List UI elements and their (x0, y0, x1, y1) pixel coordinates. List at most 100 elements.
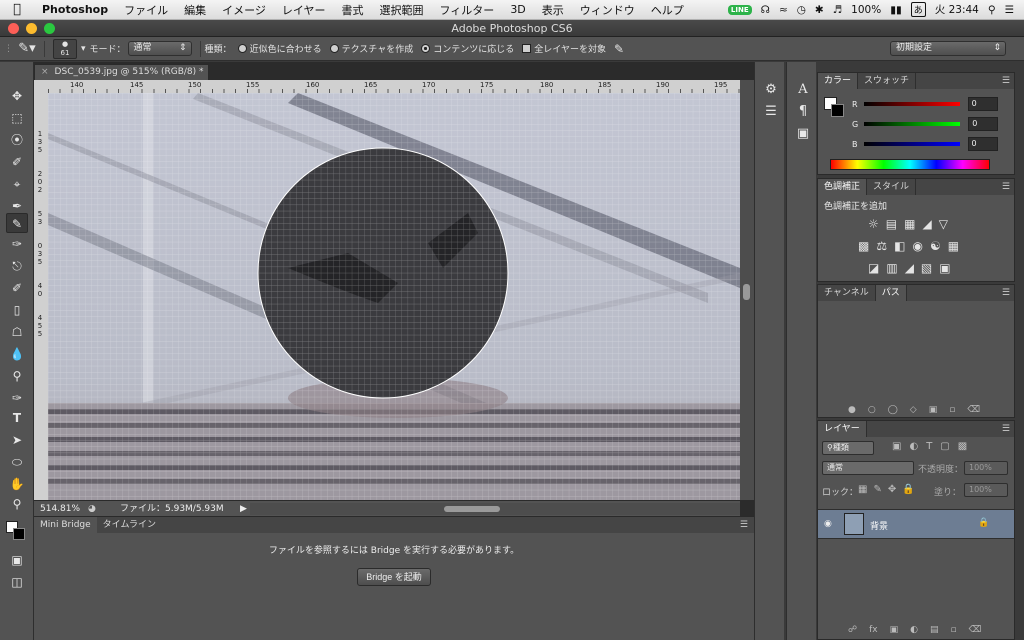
invert-icon[interactable]: ◪ (868, 261, 879, 275)
exposure-icon[interactable]: ◢ (922, 217, 931, 231)
vibrance-icon[interactable]: ▽ (939, 217, 948, 231)
zoom-level[interactable]: 514.81% (40, 501, 80, 517)
black-white-icon[interactable]: ◧ (894, 239, 905, 253)
b-value-input[interactable]: 0 (967, 137, 998, 151)
check-all-layers[interactable]: 全レイヤーを対象 (522, 42, 606, 55)
lock-pixels-icon[interactable]: ✎ (873, 484, 881, 495)
spot-healing-brush-icon[interactable]: ✎ (6, 213, 28, 233)
mode-select[interactable]: 通常 ⇕ (127, 41, 192, 56)
launch-bridge-button[interactable]: Bridge を起動 (357, 568, 431, 586)
horizontal-scrollbar[interactable] (250, 503, 740, 515)
input-method[interactable]: あ (910, 2, 926, 17)
mic-icon[interactable]: ☊ (761, 4, 770, 16)
menu-type[interactable]: 書式 (334, 2, 372, 18)
properties-panel-icon[interactable]: ☰ (761, 104, 781, 122)
paragraph-panel-icon[interactable]: ¶ (793, 104, 813, 122)
tab-adjustments[interactable]: 色調補正 (818, 179, 868, 195)
radio-content-aware-icon[interactable] (421, 44, 431, 53)
blur-tool-icon[interactable]: 💧 (6, 344, 28, 364)
layer-style-icon[interactable]: fx (869, 625, 878, 635)
zoom-window-button[interactable] (44, 23, 55, 34)
layer-row[interactable]: ◉ 背景 🔒 (818, 509, 1014, 539)
zoom-tool-icon[interactable]: ⚲ (6, 494, 28, 514)
panel-menu-icon[interactable]: ☰ (1002, 73, 1010, 89)
wifi-icon[interactable]: ≈ (779, 4, 788, 16)
spotlight-icon[interactable]: ⚲ (988, 4, 996, 16)
stroke-path-icon[interactable]: ○ (868, 405, 876, 415)
filter-adjust-icon[interactable]: ◐ (909, 441, 918, 452)
brush-tool-icon[interactable]: ✑ (6, 234, 28, 254)
layer-name[interactable]: 背景 (870, 519, 888, 532)
battery-percent[interactable]: 100% (851, 4, 881, 16)
menu-help[interactable]: ヘルプ (643, 2, 692, 18)
fill-input[interactable]: 100% (964, 483, 1008, 497)
tab-swatches[interactable]: スウォッチ (858, 73, 917, 89)
menu-app-name[interactable]: Photoshop (34, 3, 116, 16)
vertical-scroll-thumb[interactable] (743, 284, 750, 300)
panel-menu-icon[interactable]: ☰ (1002, 285, 1010, 301)
spot-healing-tool-preset-icon[interactable]: ✎▾ (14, 41, 40, 56)
marquee-tool-icon[interactable]: ⬚ (6, 108, 28, 128)
filter-smart-icon[interactable]: ▩ (958, 441, 967, 452)
battery-icon[interactable]: ▮▮ (890, 4, 902, 16)
tab-mini-bridge[interactable]: Mini Bridge (34, 517, 97, 533)
workspace-select[interactable]: 初期設定 ⇕ (890, 41, 1006, 56)
brush-dropdown-icon[interactable]: ▾ (81, 44, 86, 54)
horizontal-scroll-thumb[interactable] (444, 506, 500, 512)
levels-icon[interactable]: ▤ (886, 217, 897, 231)
tab-channels[interactable]: チャンネル (818, 285, 876, 301)
channel-mixer-icon[interactable]: ☯ (930, 239, 941, 253)
panel-menu-icon[interactable]: ☰ (1002, 179, 1010, 195)
photo-filter-icon[interactable]: ◉ (912, 239, 922, 253)
radio-proximity[interactable]: 近似色に合わせる (237, 42, 322, 55)
tab-styles[interactable]: スタイル (867, 179, 917, 195)
quick-mask-icon[interactable]: ▣ (6, 550, 28, 570)
move-tool-icon[interactable]: ✥ (6, 86, 28, 106)
gradient-map-icon[interactable]: ▧ (921, 261, 932, 275)
menu-select[interactable]: 選択範囲 (372, 2, 432, 18)
notification-center-icon[interactable]: ☰ (1005, 4, 1014, 16)
background-color-swatch[interactable] (13, 528, 25, 540)
color-spectrum-bar[interactable] (830, 159, 990, 170)
tab-timeline[interactable]: タイムライン (97, 517, 162, 533)
threshold-icon[interactable]: ◢ (905, 261, 914, 275)
menu-view[interactable]: 表示 (534, 2, 572, 18)
selective-color-icon[interactable]: ▣ (939, 261, 950, 275)
bluetooth-icon[interactable]: ✱ (815, 4, 824, 16)
curves-icon[interactable]: ▦ (904, 217, 915, 231)
panel-menu-icon[interactable]: ☰ (740, 517, 748, 533)
line-app-icon[interactable]: LINE (727, 4, 752, 15)
fill-path-icon[interactable]: ● (848, 405, 856, 415)
checkbox-icon[interactable] (522, 44, 532, 53)
menu-edit[interactable]: 編集 (176, 2, 214, 18)
hand-tool-icon[interactable]: ✋ (6, 474, 28, 494)
lasso-tool-icon[interactable]: ⦿ (6, 130, 28, 150)
filter-shape-icon[interactable]: ▢ (940, 441, 949, 452)
tab-color[interactable]: カラー (818, 73, 859, 89)
r-slider[interactable] (863, 102, 960, 106)
document-tab[interactable]: × DSC_0539.jpg @ 515% (RGB/8) * (34, 64, 209, 80)
panel-menu-icon[interactable]: ☰ (1002, 421, 1010, 437)
menu-file[interactable]: ファイル (116, 2, 176, 18)
menu-window[interactable]: ウィンドウ (572, 2, 643, 18)
glyphs-panel-icon[interactable]: ▣ (793, 126, 813, 144)
radio-proximity-icon[interactable] (237, 44, 247, 53)
vertical-scrollbar[interactable] (740, 80, 754, 500)
quick-select-tool-icon[interactable]: ✐ (6, 152, 28, 172)
clock[interactable]: 火 23:44 (935, 2, 979, 17)
add-mask-icon[interactable]: ▣ (929, 405, 938, 415)
color-balance-icon[interactable]: ⚖ (876, 239, 887, 253)
status-menu-arrow-icon[interactable]: ▶ (240, 501, 247, 517)
lock-transparent-icon[interactable]: ▦ (858, 484, 867, 495)
blend-mode-select[interactable]: 通常 (822, 461, 914, 475)
g-value-input[interactable]: 0 (968, 117, 999, 131)
image-canvas[interactable] (48, 93, 740, 500)
filter-type-icon[interactable]: T (926, 441, 932, 452)
color-background-swatch[interactable] (831, 104, 844, 117)
status-info-icon[interactable]: ◕ (88, 501, 96, 517)
horizontal-ruler[interactable]: 140 145 150 155 160 165 170 175 180 185 … (48, 80, 740, 93)
filter-pixel-icon[interactable]: ▣ (892, 441, 901, 452)
history-panel-icon[interactable]: ⚙ (761, 82, 781, 100)
radio-texture-icon[interactable] (329, 44, 339, 53)
menu-layer[interactable]: レイヤー (274, 2, 334, 18)
